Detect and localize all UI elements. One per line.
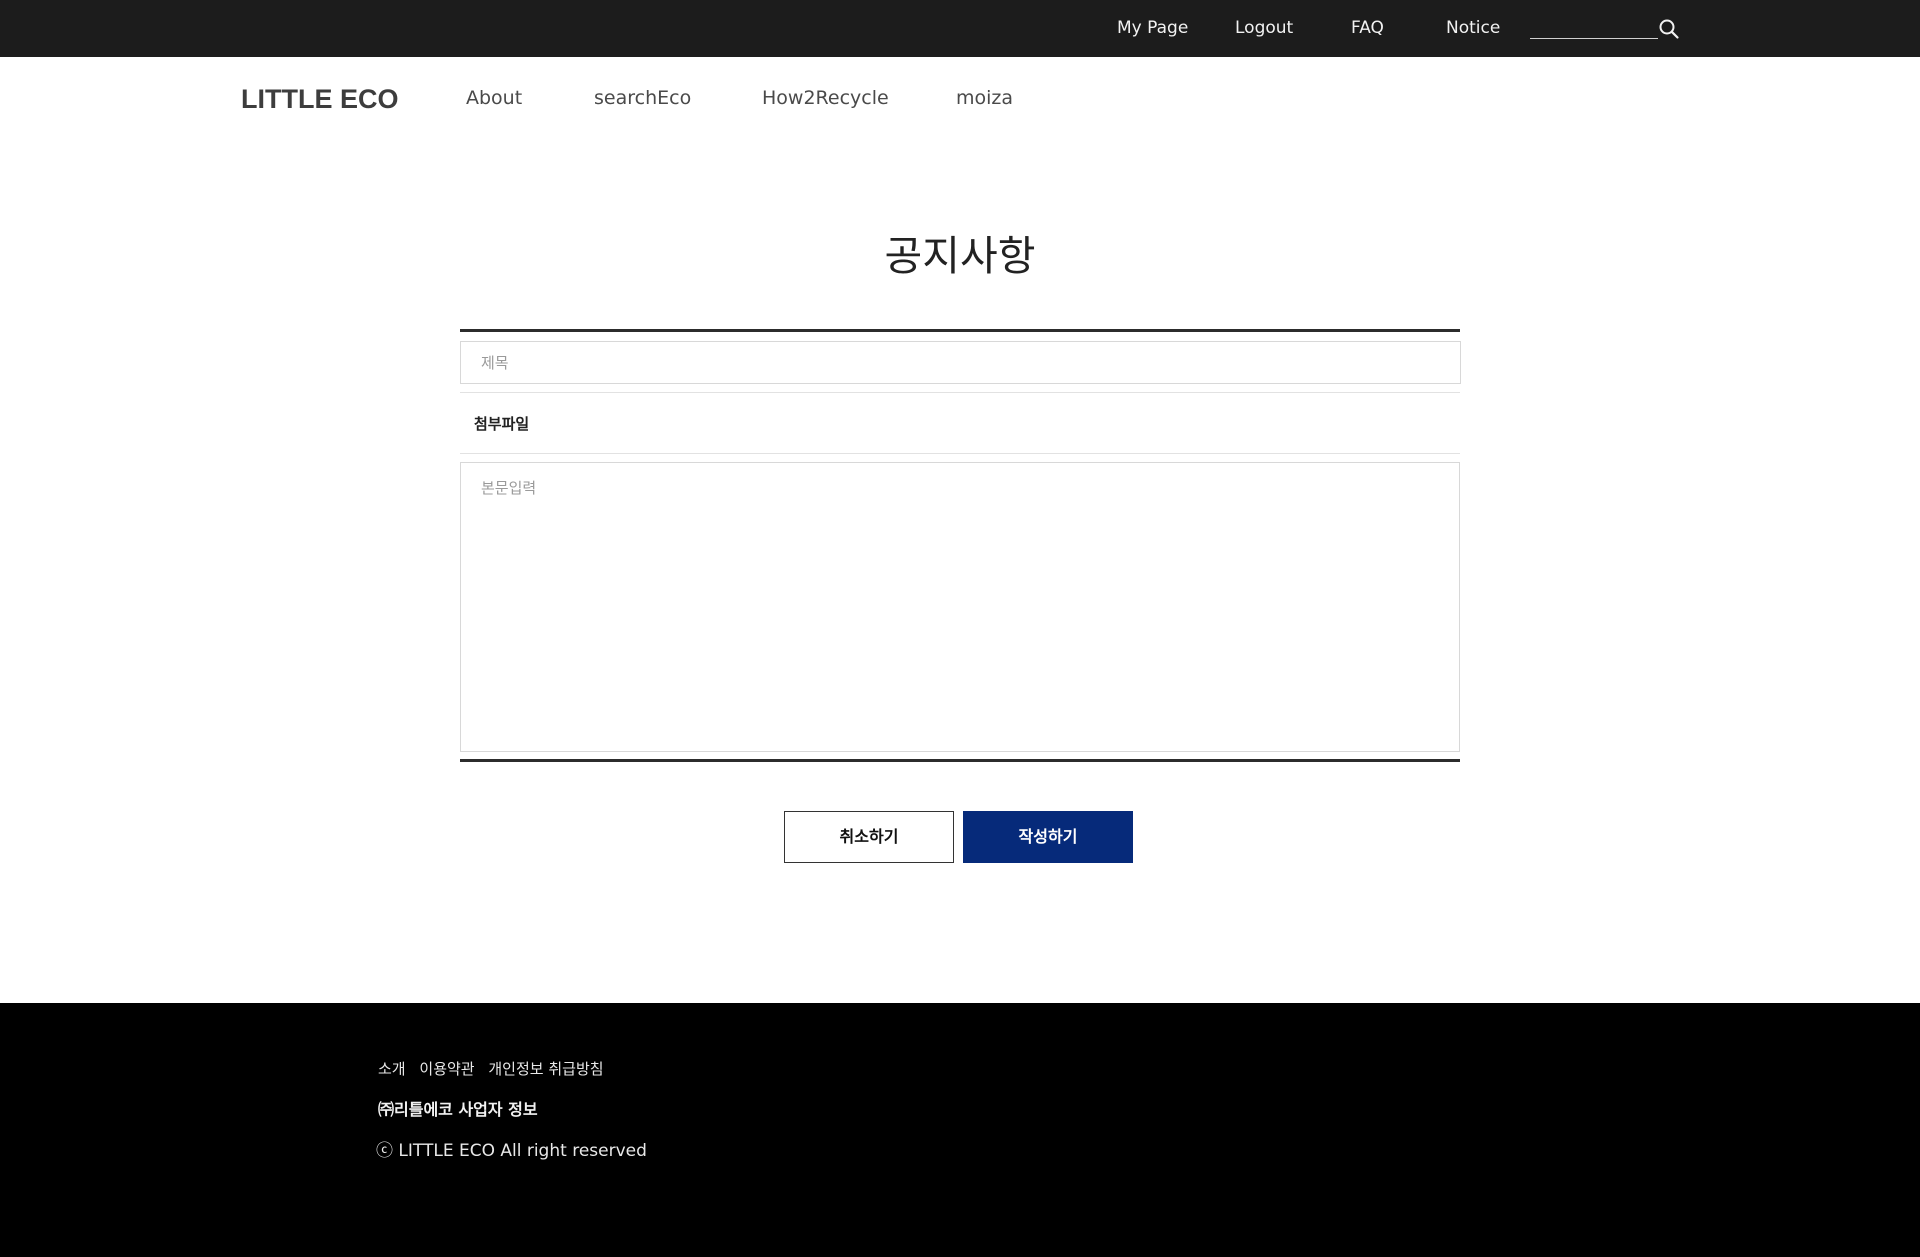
notice-link[interactable]: Notice [1446,18,1500,38]
footer-link-terms[interactable]: 이용약관 [419,1060,474,1078]
attach-file-label[interactable]: 첨부파일 [474,413,529,434]
cancel-button[interactable]: 취소하기 [784,811,954,863]
footer-link-privacy[interactable]: 개인정보 취급방침 [488,1060,603,1078]
divider [460,392,1460,393]
submit-button[interactable]: 작성하기 [963,811,1133,863]
top-search-input[interactable] [1530,38,1658,39]
site-logo[interactable]: LITTLE ECO [241,84,399,115]
site-footer: 소개 이용약관 개인정보 취급방침 ㈜리틀에코 사업자 정보 ⓒ LITTLE … [0,1003,1920,1257]
footer-link-about[interactable]: 소개 [378,1060,406,1078]
nav-item-searcheco[interactable]: searchEco [594,87,691,109]
my-page-link[interactable]: My Page [1117,18,1188,38]
logout-link[interactable]: Logout [1235,18,1293,38]
footer-copyright: ⓒ LITTLE ECO All right reserved [376,1141,647,1161]
form-top-divider [460,329,1460,332]
title-input[interactable] [460,341,1461,384]
divider [460,453,1460,454]
nav-item-moiza[interactable]: moiza [956,87,1013,109]
form-bottom-divider [460,759,1460,762]
nav-item-about[interactable]: About [466,87,522,109]
search-icon[interactable] [1658,18,1680,40]
footer-links: 소개 이용약관 개인정보 취급방침 [378,1058,613,1079]
faq-link[interactable]: FAQ [1351,18,1384,38]
nav-item-how2recycle[interactable]: How2Recycle [762,87,889,109]
page-title: 공지사항 [884,232,1036,280]
footer-company-info[interactable]: ㈜리틀에코 사업자 정보 [378,1096,538,1120]
body-textarea[interactable] [460,462,1460,752]
top-utility-bar: My Page Logout FAQ Notice [0,0,1920,57]
